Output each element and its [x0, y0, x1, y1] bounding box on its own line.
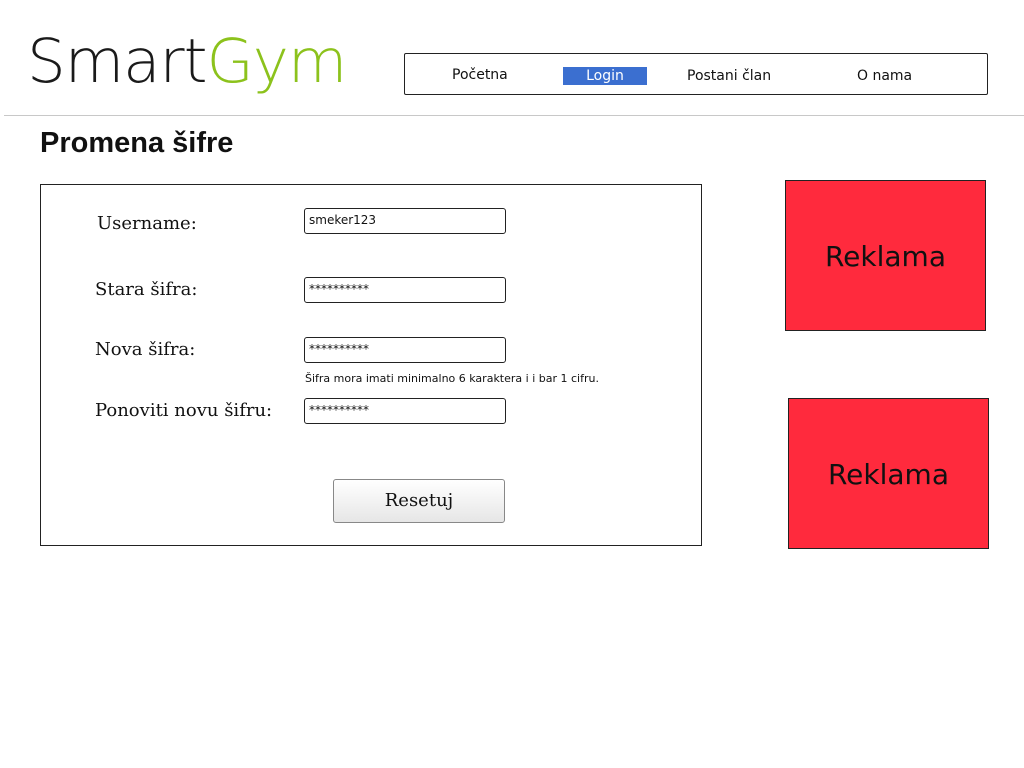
new-password-field[interactable]: ********** — [304, 337, 506, 363]
change-password-form: Username: smeker123 Stara šifra: *******… — [40, 184, 702, 546]
page: SmartGym Početna Login Postani član O na… — [0, 0, 1024, 768]
new-password-label: Nova šifra: — [95, 339, 196, 360]
nav-item-postani-clan[interactable]: Postani član — [687, 67, 771, 85]
ad-banner-bottom[interactable]: Reklama — [788, 398, 989, 549]
main-nav: Početna Login Postani član O nama — [404, 53, 988, 95]
username-field[interactable]: smeker123 — [304, 208, 506, 234]
repeat-password-field[interactable]: ********** — [304, 398, 506, 424]
nav-item-login[interactable]: Login — [563, 67, 647, 85]
password-hint: Šifra mora imati minimalno 6 karaktera i… — [305, 372, 599, 385]
nav-item-o-nama[interactable]: O nama — [857, 67, 912, 85]
page-title: Promena šifre — [40, 127, 234, 159]
reset-button[interactable]: Resetuj — [333, 479, 505, 523]
old-password-field[interactable]: ********** — [304, 277, 506, 303]
old-password-label: Stara šifra: — [95, 279, 198, 300]
logo-gym-text: Gym — [206, 26, 348, 97]
repeat-password-label: Ponoviti novu šifru: — [95, 400, 273, 421]
username-label: Username: — [97, 213, 197, 234]
nav-item-pocetna[interactable]: Početna — [452, 66, 508, 84]
smartgym-logo[interactable]: SmartGym — [27, 22, 348, 102]
header-divider — [4, 115, 1024, 116]
logo-smart-text: Smart — [27, 26, 208, 97]
ad-banner-top[interactable]: Reklama — [785, 180, 986, 331]
